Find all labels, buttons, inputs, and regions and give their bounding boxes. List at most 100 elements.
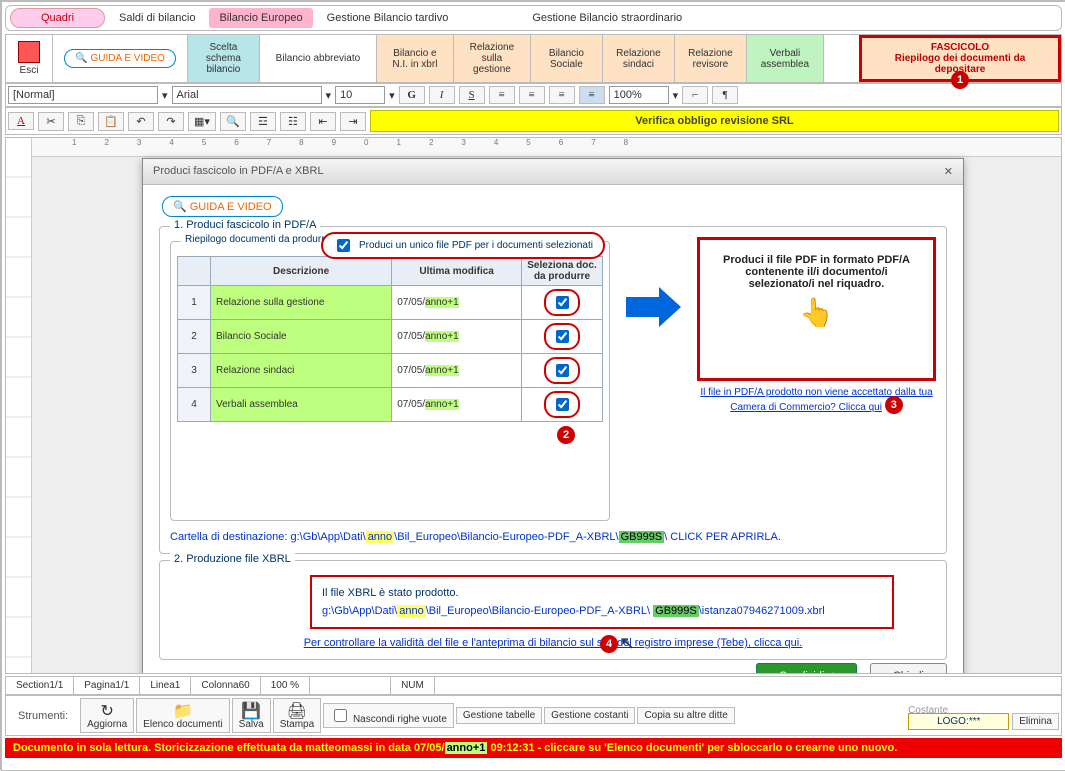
row-desc: Verbali assemblea [211,388,392,422]
guide-label: GUIDA E VIDEO [90,53,164,64]
font-color-button[interactable]: A [8,112,34,130]
tool-elimina[interactable]: Elimina [1012,713,1059,730]
bold-button[interactable]: G [399,86,425,104]
zoom-select[interactable]: 100% [609,86,669,104]
tool-aggiorna[interactable]: ↻Aggiorna [80,698,134,733]
status-bar: Section1/1 Pagina1/1 Linea1 Colonna60 10… [5,676,1062,695]
cut-button[interactable]: ✂ [38,112,64,131]
exit-label: Esci [14,65,44,76]
align-justify-button[interactable]: ≡ [579,86,605,104]
documents-table: DescrizioneUltima modificaSeleziona doc.… [177,256,603,422]
guide-video-button[interactable]: 🔍GUIDA E VIDEO [64,49,176,68]
xbrl-path[interactable]: g:\Gb\App\Dati\anno\Bil_Europeo\Bilancio… [322,605,882,617]
tab-europeo[interactable]: Bilancio Europeo [209,8,312,28]
row-select-checkbox[interactable] [556,364,569,377]
hide-rows-checkbox[interactable] [334,709,347,722]
section-1-legend: 1. Produci fascicolo in PDF/A [170,219,320,231]
ribbon-fascicolo[interactable]: FASCICOLO Riepilogo dei documenti da dep… [859,35,1061,82]
badge-4: 4 [600,635,618,653]
paste-button[interactable]: 📋 [98,112,124,131]
produce-pdf-button[interactable]: Produci il file PDF in formato PDF/A con… [697,237,936,381]
row-num: 2 [178,320,211,354]
tool-elenco[interactable]: 📁Elenco documenti [136,698,230,733]
tool-copia[interactable]: Copia su altre ditte [637,707,734,724]
indent-button[interactable]: ⇥ [340,112,366,131]
chiudi-button[interactable]: Chiudi [870,663,947,673]
col-mod: Ultima modifica [392,257,522,286]
cursor-icon: ↖ [620,633,635,654]
ribbon-rel-sindaci[interactable]: Relazione sindaci [603,35,675,82]
find-button[interactable]: 🔍 [220,112,246,131]
single-pdf-checkbox[interactable] [337,239,350,252]
redo-button[interactable]: ↷ [158,112,184,131]
ribbon-ni-xbrl[interactable]: Bilancio e N.I. in xbrl [377,35,454,82]
ribbon-bil-sociale[interactable]: Bilancio Sociale [531,35,603,82]
exit-icon [18,41,40,63]
top-tabs: Quadri Saldi di bilancio Bilancio Europe… [5,5,1062,31]
section-2-legend: 2. Produzione file XBRL [170,553,295,565]
xbrl-result-box: Il file XBRL è stato prodotto. g:\Gb\App… [310,575,894,629]
exit-button[interactable]: Esci [6,35,53,82]
fascicolo-title: FASCICOLO [870,42,1050,53]
ruler-icon[interactable]: ⌐ [682,86,708,104]
print-icon: 🖨 [280,701,314,719]
table-row: 2Bilancio Sociale07/05/anno+1 [178,320,603,354]
row-date: 07/05/anno+1 [392,286,522,320]
row-select-checkbox[interactable] [556,296,569,309]
row-desc: Bilancio Sociale [211,320,392,354]
ribbon-verbali[interactable]: Verbali assemblea [747,35,824,82]
fontsize-select[interactable]: 10 [335,86,385,104]
italic-button[interactable]: I [429,86,455,104]
outdent-button[interactable]: ⇤ [310,112,336,131]
tool-gest-tabelle[interactable]: Gestione tabelle [456,707,542,724]
copy-button[interactable]: ⎘ [68,112,94,131]
verify-banner[interactable]: Verifica obbligo revisione SRL [370,110,1059,132]
ribbon-rel-revisore[interactable]: Relazione revisore [675,35,747,82]
row-select-checkbox[interactable] [556,330,569,343]
undo-button[interactable]: ↶ [128,112,154,131]
tab-quadri[interactable]: Quadri [10,8,105,28]
format-bar-2: A ✂ ⎘ 📋 ↶ ↷ ▦▾ 🔍 ☲ ☷ ⇤ ⇥ Verifica obblig… [5,107,1062,135]
close-icon[interactable]: ✕ [944,165,953,178]
tools-bar: Strumenti: ↻Aggiorna 📁Elenco documenti 💾… [5,695,1062,736]
tab-straord[interactable]: Gestione Bilancio straordinario [522,8,692,28]
hand-cursor-icon: 👆 [714,296,919,329]
costante-box: Costante LOGO:*** Elimina [908,705,1059,727]
single-pdf-checkbox-group[interactable]: Produci un unico file PDF per i document… [321,232,605,259]
row-num: 1 [178,286,211,320]
tool-salva[interactable]: 💾Salva [232,698,271,733]
ribbon-scelta[interactable]: Scelta schema bilancio [188,35,260,82]
list-button[interactable]: ☲ [250,112,276,131]
ribbon-abbreviato[interactable]: Bilancio abbreviato [260,35,377,82]
row-select-checkbox[interactable] [556,398,569,411]
tab-saldi[interactable]: Saldi di bilancio [109,8,205,28]
validate-xbrl-link[interactable]: Per controllare la validità del file e l… [304,637,803,649]
align-left-button[interactable]: ≡ [489,86,515,104]
align-center-button[interactable]: ≡ [519,86,545,104]
style-select[interactable]: [Normal] [8,86,158,104]
section-1-pdfa: 1. Produci fascicolo in PDF/A Riepilogo … [159,226,947,554]
col-sel: Seleziona doc. da produrre [522,257,603,286]
single-pdf-label: Produci un unico file PDF per i document… [359,240,593,251]
cartella-path[interactable]: Cartella di destinazione: g:\Gb\App\Dati… [170,531,936,543]
badge-2: 2 [557,426,575,444]
table-button[interactable]: ▦▾ [188,112,216,131]
condividi-button[interactable]: Condividi < [756,663,857,673]
arrow-icon [626,287,681,327]
ribbon-rel-gestione[interactable]: Relazione sulla gestione [454,35,531,82]
tool-nascondi[interactable]: Nascondi righe vuote [323,703,454,728]
status-section: Section1/1 [6,677,74,694]
dialog-guide-button[interactable]: 🔍GUIDA E VIDEO [162,196,283,217]
tab-tardivo[interactable]: Gestione Bilancio tardivo [317,8,459,28]
numlist-button[interactable]: ☷ [280,112,306,131]
tool-gest-costanti[interactable]: Gestione costanti [544,707,635,724]
produce-pdf-label: Produci il file PDF in formato PDF/A con… [723,254,910,290]
tool-stampa[interactable]: 🖨Stampa [273,698,321,733]
font-select[interactable]: Arial [172,86,322,104]
editor-area: 123456789012345678 Produci fascicolo in … [5,137,1062,674]
costante-value[interactable]: LOGO:*** [908,713,1009,730]
align-right-button[interactable]: ≡ [549,86,575,104]
riepilogo-legend: Riepilogo documenti da produrre [181,234,334,245]
underline-button[interactable]: S [459,86,485,104]
pilcrow-button[interactable]: ¶ [712,86,738,104]
